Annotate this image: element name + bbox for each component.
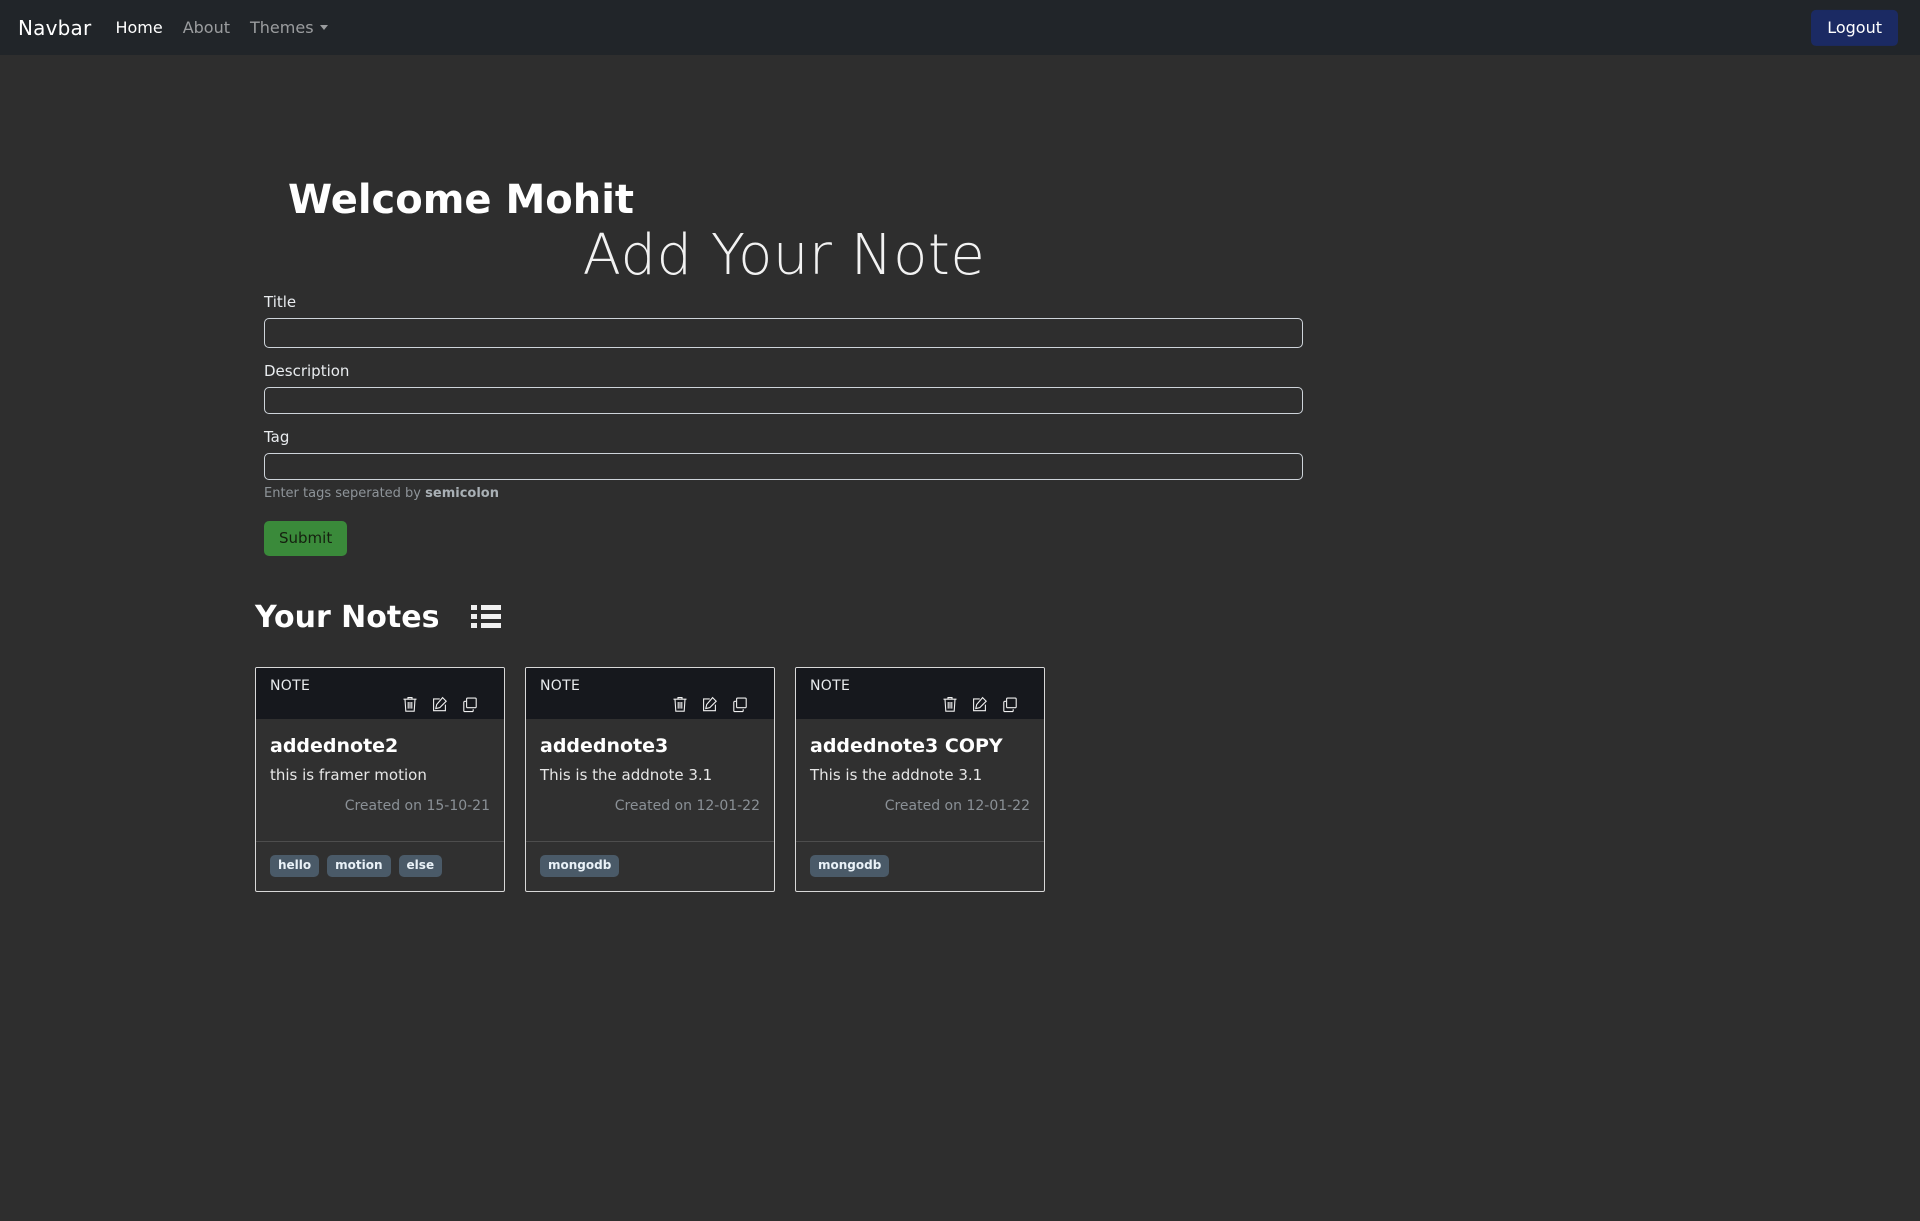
tag-label: Tag	[264, 428, 290, 446]
note-card-description: This is the addnote 3.1	[810, 765, 983, 784]
copy-icon[interactable]	[1002, 696, 1018, 713]
submit-button[interactable]: Submit	[264, 520, 348, 556]
copy-icon[interactable]	[462, 696, 478, 713]
note-card-tags: hello motion else	[256, 841, 504, 891]
nav-dropdown-themes-label: Themes	[250, 17, 314, 37]
delete-icon[interactable]	[672, 696, 688, 713]
note-card-title: addednote3 COPY	[810, 735, 1003, 758]
your-notes-heading: Your Notes	[255, 600, 440, 635]
tag-input[interactable]	[264, 453, 1303, 480]
note-card-tags: mongodb	[526, 841, 774, 891]
navbar-brand[interactable]: Navbar	[18, 16, 91, 40]
edit-icon[interactable]	[432, 696, 448, 713]
edit-icon[interactable]	[702, 696, 718, 713]
tag-badge: mongodb	[810, 855, 890, 878]
note-card-title: addednote3	[540, 735, 669, 758]
tag-badge: mongodb	[540, 855, 620, 878]
note-card[interactable]: NOTE	[255, 667, 505, 893]
tag-badge: hello	[270, 855, 320, 878]
note-card-description: This is the addnote 3.1	[540, 765, 713, 784]
welcome-heading: Welcome Mohit	[288, 177, 635, 223]
note-card-body: addednote3 COPY This is the addnote 3.1 …	[796, 719, 1044, 841]
note-card-title: addednote2	[270, 735, 399, 758]
note-card[interactable]: NOTE	[525, 667, 775, 893]
logout-button[interactable]: Logout	[1811, 9, 1898, 46]
tag-badge: motion	[327, 855, 391, 878]
tag-help-prefix: Enter tags seperated by	[264, 486, 426, 501]
field-group-description: Description	[264, 362, 1304, 414]
note-card-header: NOTE	[796, 668, 1044, 720]
top-navbar: Navbar Home About Themes Logout	[0, 0, 1920, 55]
note-card-body: addednote3 This is the addnote 3.1 Creat…	[526, 719, 774, 841]
add-note-form: Title Description Tag Enter tags seperat…	[264, 293, 1304, 556]
note-card-created: Created on 12-01-22	[884, 798, 1030, 815]
tag-help-emphasis: semicolon	[425, 486, 499, 501]
list-icon	[471, 603, 502, 633]
notes-card-grid: NOTE addednote2 this is framer motion Cr…	[255, 667, 1045, 893]
nav-dropdown-themes[interactable]: Themes	[250, 17, 328, 37]
note-card-header: NOTE	[526, 668, 774, 720]
title-label: Title	[264, 293, 297, 311]
note-card-description: this is framer motion	[270, 765, 427, 784]
note-card-kind: NOTE	[270, 678, 311, 694]
note-card-tags: mongodb	[796, 841, 1044, 891]
note-card-created: Created on 15-10-21	[344, 798, 490, 815]
description-input[interactable]	[264, 387, 1303, 414]
note-card[interactable]: NOTE	[795, 667, 1045, 893]
chevron-down-icon	[319, 25, 328, 30]
field-group-title: Title	[264, 293, 1304, 348]
nav-link-about[interactable]: About	[183, 19, 230, 36]
nav-link-home[interactable]: Home	[115, 19, 162, 36]
page-title: Add Your Note	[582, 223, 986, 288]
note-card-actions	[810, 696, 1030, 713]
delete-icon[interactable]	[942, 696, 958, 713]
note-card-body: addednote2 this is framer motion Created…	[256, 719, 504, 841]
title-input[interactable]	[264, 318, 1303, 348]
note-card-kind: NOTE	[810, 678, 851, 694]
note-card-actions	[540, 696, 760, 713]
tag-help-text: Enter tags seperated by semicolon	[264, 486, 1304, 503]
delete-icon[interactable]	[402, 696, 418, 713]
edit-icon[interactable]	[972, 696, 988, 713]
description-label: Description	[264, 362, 350, 380]
field-group-tag: Tag Enter tags seperated by semicolon	[264, 428, 1304, 503]
note-card-kind: NOTE	[540, 678, 581, 694]
note-card-created: Created on 12-01-22	[614, 798, 760, 815]
note-card-actions	[270, 696, 490, 713]
copy-icon[interactable]	[732, 696, 748, 713]
tag-badge: else	[398, 855, 443, 878]
navbar-links: Home About Themes	[115, 17, 328, 37]
your-notes-header: Your Notes	[255, 600, 502, 636]
note-card-header: NOTE	[256, 668, 504, 720]
